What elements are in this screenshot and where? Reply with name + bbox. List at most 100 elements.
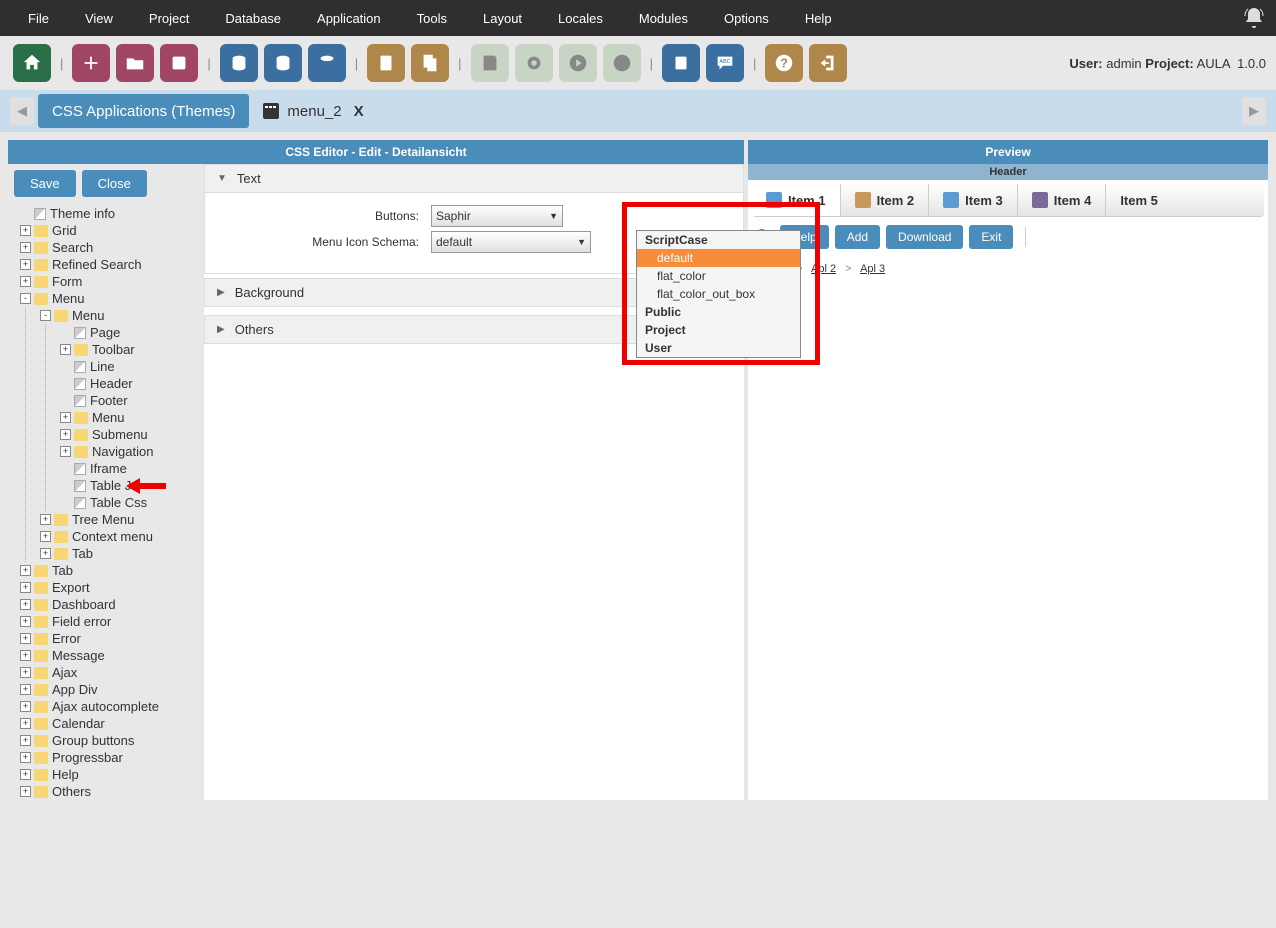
doc1-icon[interactable] (367, 44, 405, 82)
chat-icon[interactable]: ABC (706, 44, 744, 82)
tree-node[interactable]: Header (60, 375, 198, 392)
section-text[interactable]: ▼ Text (204, 164, 744, 193)
tree-node[interactable]: Page (60, 324, 198, 341)
buttons-select[interactable]: Saphir (431, 205, 563, 227)
breadcrumb-link[interactable]: Apl 2 (811, 263, 836, 275)
tree-node[interactable]: +Progressbar (20, 749, 198, 766)
expand-icon[interactable]: + (20, 616, 31, 627)
breadcrumb-link[interactable]: Apl 3 (860, 263, 885, 275)
preview-download-button[interactable]: Download (886, 225, 963, 249)
tree-node[interactable]: +Help (20, 766, 198, 783)
dropdown-item[interactable]: default (637, 249, 800, 267)
expand-icon[interactable]: + (40, 514, 51, 525)
expand-icon[interactable]: + (20, 684, 31, 695)
tree-node[interactable]: +Others (20, 783, 198, 800)
expand-icon[interactable]: + (20, 667, 31, 678)
tree-node[interactable]: Table Js (60, 477, 198, 494)
tree-node[interactable]: +Ajax (20, 664, 198, 681)
tree-node[interactable]: +Context menu (40, 528, 198, 545)
tree-node[interactable]: +Dashboard (20, 596, 198, 613)
exit-icon[interactable] (809, 44, 847, 82)
expand-icon[interactable]: + (20, 701, 31, 712)
db1-icon[interactable] (220, 44, 258, 82)
menu-database[interactable]: Database (207, 0, 299, 36)
preview-tab-2[interactable]: Item 2 (841, 184, 930, 216)
expand-icon[interactable]: + (20, 752, 31, 763)
menu-project[interactable]: Project (131, 0, 207, 36)
expand-icon[interactable]: + (20, 565, 31, 576)
menu-file[interactable]: File (10, 0, 67, 36)
tree-node[interactable]: +Navigation (60, 443, 198, 460)
close-icon[interactable]: X (354, 103, 364, 120)
menu-help[interactable]: Help (787, 0, 850, 36)
tab-css-applications[interactable]: CSS Applications (Themes) (38, 94, 249, 128)
expand-icon[interactable]: + (60, 446, 71, 457)
tree-node[interactable]: +App Div (20, 681, 198, 698)
db2-icon[interactable] (264, 44, 302, 82)
tree-node[interactable]: +Tab (20, 562, 198, 579)
notifications-icon[interactable] (1242, 6, 1266, 30)
tree-node[interactable]: +Ajax autocomplete (20, 698, 198, 715)
expand-icon[interactable]: + (60, 429, 71, 440)
db3-icon[interactable] (308, 44, 346, 82)
tree-node[interactable]: +Refined Search (20, 256, 198, 273)
menu-application[interactable]: Application (299, 0, 399, 36)
doc2-icon[interactable] (411, 44, 449, 82)
menu-tools[interactable]: Tools (399, 0, 465, 36)
expand-icon[interactable]: + (20, 242, 31, 253)
tree-node[interactable]: -Menu (20, 290, 198, 307)
menu-modules[interactable]: Modules (621, 0, 706, 36)
preview-tab-1[interactable]: Item 1 (752, 184, 841, 216)
project-icon[interactable] (160, 44, 198, 82)
tree-node[interactable]: +Error (20, 630, 198, 647)
tree-node[interactable]: +Calendar (20, 715, 198, 732)
expand-icon[interactable]: + (60, 412, 71, 423)
tree-node[interactable]: +Field error (20, 613, 198, 630)
book-icon[interactable] (662, 44, 700, 82)
menu-locales[interactable]: Locales (540, 0, 621, 36)
new-icon[interactable] (72, 44, 110, 82)
play-icon[interactable] (559, 44, 597, 82)
expand-icon[interactable]: + (40, 548, 51, 559)
open-icon[interactable] (116, 44, 154, 82)
expand-icon[interactable]: + (20, 650, 31, 661)
gear-icon[interactable] (515, 44, 553, 82)
tree-node[interactable]: +Tree Menu (40, 511, 198, 528)
collapse-icon[interactable]: - (40, 310, 51, 321)
tree-node[interactable]: +Menu (60, 409, 198, 426)
expand-icon[interactable]: + (40, 531, 51, 542)
tree-node[interactable]: +Tab (40, 545, 198, 562)
expand-icon[interactable]: + (20, 718, 31, 729)
expand-icon[interactable]: + (20, 259, 31, 270)
tree-node[interactable]: Theme info (20, 205, 198, 222)
dropdown-item[interactable]: flat_color_out_box (637, 285, 800, 303)
tree-node[interactable]: Table Css (60, 494, 198, 511)
tree-node[interactable]: -Menu (40, 307, 198, 324)
menu-layout[interactable]: Layout (465, 0, 540, 36)
menu-view[interactable]: View (67, 0, 131, 36)
tree-node[interactable]: +Export (20, 579, 198, 596)
tree-node[interactable]: +Group buttons (20, 732, 198, 749)
tree-node[interactable]: +Form (20, 273, 198, 290)
menu-options[interactable]: Options (706, 0, 787, 36)
home-icon[interactable] (13, 44, 51, 82)
globe-icon[interactable] (603, 44, 641, 82)
tree-node[interactable]: +Message (20, 647, 198, 664)
expand-icon[interactable]: + (20, 599, 31, 610)
tree-node[interactable]: Line (60, 358, 198, 375)
tabs-prev-icon[interactable]: ◀ (10, 97, 34, 125)
save-icon[interactable] (471, 44, 509, 82)
tree-node[interactable]: +Toolbar (60, 341, 198, 358)
close-button[interactable]: Close (82, 170, 147, 197)
tree-node[interactable]: +Search (20, 239, 198, 256)
help-icon[interactable]: ? (765, 44, 803, 82)
expand-icon[interactable]: + (20, 769, 31, 780)
tree-node[interactable]: +Grid (20, 222, 198, 239)
save-button[interactable]: Save (14, 170, 76, 197)
preview-add-button[interactable]: Add (835, 225, 880, 249)
dropdown-item[interactable]: flat_color (637, 267, 800, 285)
tree-node[interactable]: Footer (60, 392, 198, 409)
tab-menu2[interactable]: menu_2 X (249, 94, 377, 128)
preview-tab-3[interactable]: Item 3 (929, 184, 1018, 216)
expand-icon[interactable]: + (20, 735, 31, 746)
